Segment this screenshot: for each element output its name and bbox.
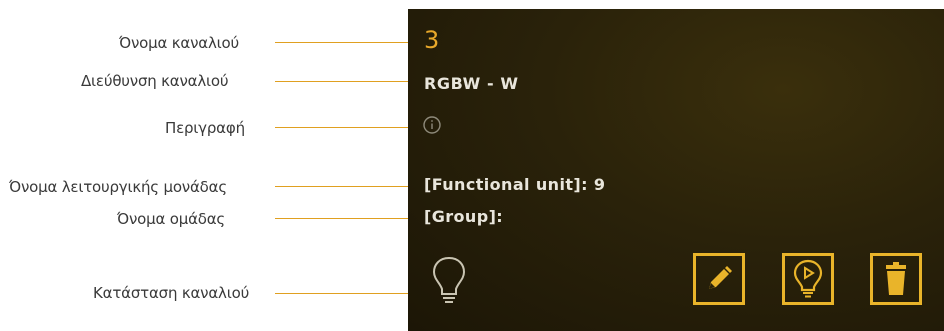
leader-line-group: [275, 218, 415, 219]
leader-line-channel-name: [275, 42, 415, 43]
channel-card: [408, 9, 944, 331]
edit-button[interactable]: [693, 253, 745, 305]
pencil-icon: [709, 266, 732, 289]
annotation-description: Περιγραφή: [165, 119, 245, 137]
annotation-functional-unit-name: Όνομα λειτουργικής μονάδας: [9, 178, 227, 196]
test-channel-button[interactable]: [782, 253, 834, 305]
leader-line-description: [275, 127, 415, 128]
channel-number: 3: [424, 26, 440, 54]
leader-line-functional-unit: [275, 186, 415, 187]
trash-icon: [886, 262, 906, 295]
annotation-channel-address: Διεύθυνση καναλιού: [81, 72, 229, 90]
bulb-play-icon: [793, 259, 823, 298]
leader-line-channel-status: [275, 293, 415, 294]
leader-line-channel-address: [275, 81, 415, 82]
annotation-group-name: Όνομα ομάδας: [117, 210, 226, 228]
info-icon[interactable]: [422, 115, 442, 135]
functional-unit-line: [Functional unit]: 9: [424, 175, 606, 194]
channel-address: RGBW - W: [424, 74, 519, 93]
light-bulb-icon[interactable]: [432, 256, 466, 306]
group-line: [Group]:: [424, 207, 504, 226]
delete-button[interactable]: [870, 253, 922, 305]
annotation-channel-name: Όνομα καναλιού: [119, 34, 239, 52]
annotation-channel-status: Κατάσταση καναλιού: [93, 284, 250, 302]
